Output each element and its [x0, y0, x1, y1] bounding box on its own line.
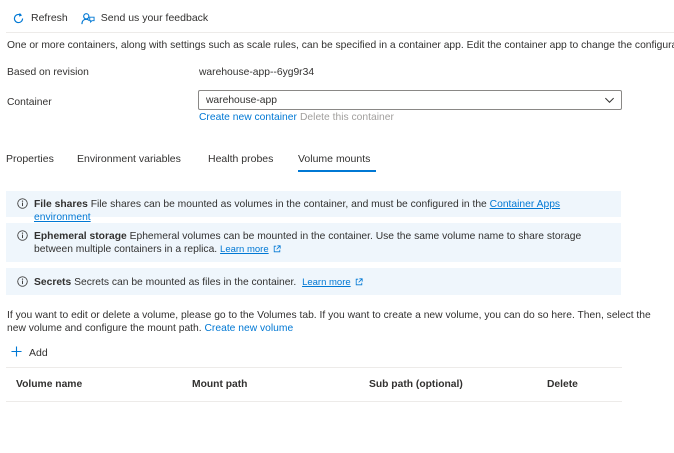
table-header-top-border: [6, 367, 622, 368]
container-label: Container: [7, 97, 52, 108]
column-header-mount-path[interactable]: Mount path: [192, 379, 247, 390]
tab-health-probes[interactable]: Health probes: [208, 153, 273, 165]
revision-value: warehouse-app--6yg9r34: [199, 67, 315, 78]
add-label: Add: [29, 347, 48, 359]
info-secrets: Secrets Secrets can be mounted as files …: [6, 268, 621, 295]
refresh-icon: [12, 12, 25, 25]
info-icon: [17, 276, 28, 290]
delete-container-link[interactable]: Delete this container: [300, 112, 394, 123]
column-header-volume-name[interactable]: Volume name: [16, 379, 82, 390]
info-secrets-text: Secrets can be mounted as files in the c…: [74, 277, 297, 288]
create-new-container-link[interactable]: Create new container: [199, 112, 297, 123]
info-icon: [17, 198, 28, 212]
toolbar-divider: [6, 32, 674, 33]
container-dropdown-value: warehouse-app: [206, 94, 277, 106]
revision-label: Based on revision: [7, 67, 89, 78]
container-dropdown[interactable]: warehouse-app: [198, 90, 622, 110]
refresh-button[interactable]: Refresh: [12, 12, 68, 25]
create-new-volume-link[interactable]: Create new volume: [205, 323, 294, 334]
external-link-icon: [273, 244, 281, 257]
command-bar: Refresh Send us your feedback: [0, 6, 674, 30]
info-ephemeral-storage: Ephemeral storage Ephemeral volumes can …: [6, 223, 621, 262]
add-volume-mount-button[interactable]: Add: [11, 346, 48, 360]
info-ephemeral-title: Ephemeral storage: [34, 231, 127, 242]
volumes-help-text: If you want to edit or delete a volume, …: [7, 309, 667, 335]
table-header-bottom-border: [6, 401, 622, 402]
column-header-sub-path[interactable]: Sub path (optional): [369, 379, 463, 390]
refresh-label: Refresh: [31, 12, 68, 24]
selected-tab-indicator: [298, 170, 376, 172]
tab-properties[interactable]: Properties: [6, 153, 54, 165]
secrets-learn-more-link[interactable]: Learn more: [302, 277, 351, 288]
page-description: One or more containers, along with setti…: [7, 40, 674, 51]
info-icon: [17, 230, 28, 244]
info-secrets-title: Secrets: [34, 277, 72, 288]
feedback-label: Send us your feedback: [100, 12, 209, 24]
send-feedback-button[interactable]: Send us your feedback: [81, 12, 208, 25]
info-file-shares: File shares File shares can be mounted a…: [6, 191, 621, 223]
ephemeral-learn-more-link[interactable]: Learn more: [220, 244, 269, 255]
column-header-delete[interactable]: Delete: [547, 379, 578, 390]
external-link-icon: [355, 277, 363, 290]
feedback-icon: [81, 12, 95, 25]
tab-volume-mounts[interactable]: Volume mounts: [298, 153, 370, 165]
info-file-shares-title: File shares: [34, 199, 88, 210]
chevron-down-icon: [604, 95, 615, 108]
volumes-help-body: If you want to edit or delete a volume, …: [7, 310, 651, 334]
tab-environment-variables[interactable]: Environment variables: [77, 153, 181, 165]
info-file-shares-text: File shares can be mounted as volumes in…: [90, 199, 487, 210]
plus-icon: [11, 346, 22, 360]
